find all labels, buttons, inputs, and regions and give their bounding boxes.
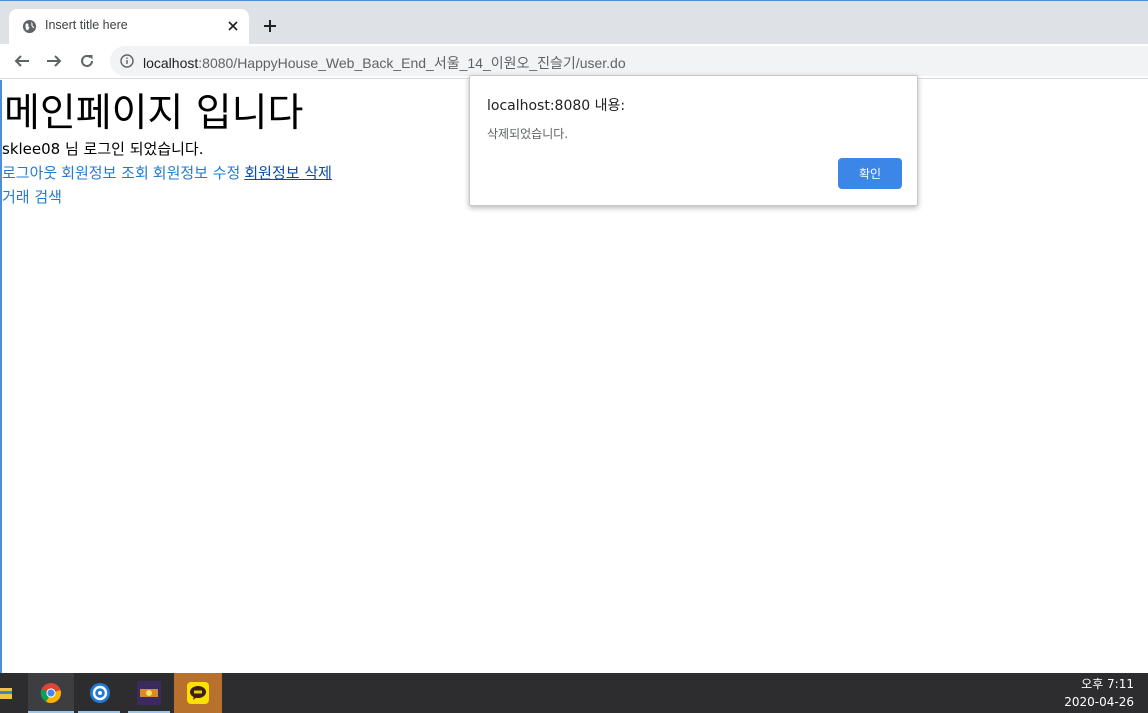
url-text: localhost:8080/HappyHouse_Web_Back_End_서… (143, 53, 626, 73)
delete-info-link[interactable]: 회원정보 삭제 (244, 164, 332, 182)
app-blue-circle-icon (90, 683, 110, 703)
app-taskbar-button[interactable] (78, 673, 120, 713)
url-path: :8080/HappyHouse_Web_Back_End_서울_14_이원오_… (198, 55, 626, 71)
address-bar[interactable]: localhost:8080/HappyHouse_Web_Back_End_서… (110, 46, 1148, 76)
edit-info-link[interactable]: 회원정보 수정 (153, 164, 241, 182)
view-info-link[interactable]: 회원정보 조회 (61, 164, 149, 182)
app-game-icon (137, 681, 161, 705)
logout-link[interactable]: 로그아웃 (2, 164, 57, 182)
file-explorer-icon (0, 688, 12, 699)
url-host: localhost (143, 55, 199, 71)
chrome-taskbar-button[interactable] (28, 673, 74, 713)
dialog-title: localhost:8080 내용: (487, 98, 626, 114)
user-links: 로그아웃 회원정보 조회 회원정보 수정 회원정보 삭제 (2, 162, 336, 183)
kakaotalk-taskbar-button[interactable] (174, 673, 222, 713)
browser-tab[interactable]: Insert title here (9, 9, 249, 45)
welcome-message: sklee08 님 로그인 되었습니다. (2, 140, 204, 158)
search-deals-link[interactable]: 거래 검색 (2, 188, 62, 206)
tab-strip: Insert title here (0, 0, 1148, 45)
alert-dialog: localhost:8080 내용: 삭제되었습니다. 확인 (469, 75, 918, 206)
close-icon[interactable] (227, 20, 239, 32)
clock-time: 오후 7:11 (1081, 677, 1134, 691)
browser-toolbar: localhost:8080/HappyHouse_Web_Back_End_서… (0, 44, 1148, 79)
system-clock[interactable]: 오후 7:11 2020-04-26 (1064, 675, 1134, 711)
info-icon[interactable] (120, 54, 134, 68)
clock-date: 2020-04-26 (1064, 695, 1134, 709)
chrome-icon (40, 683, 61, 704)
new-tab-icon[interactable] (262, 18, 278, 34)
kakaotalk-icon (187, 682, 209, 704)
file-explorer-button[interactable] (0, 673, 14, 713)
tab-title: Insert title here (45, 18, 128, 32)
taskbar: 오후 7:11 2020-04-26 (0, 673, 1148, 713)
forward-arrow-icon[interactable] (45, 52, 63, 70)
globe-icon (22, 19, 37, 34)
page-title: 메인페이지 입니다 (4, 91, 304, 136)
dialog-message: 삭제되었습니다. (487, 127, 569, 141)
confirm-button[interactable]: 확인 (838, 158, 902, 189)
game-taskbar-button[interactable] (128, 673, 170, 713)
reload-icon[interactable] (78, 52, 96, 70)
search-links: 거래 검색 (2, 186, 66, 207)
back-arrow-icon[interactable] (13, 52, 31, 70)
